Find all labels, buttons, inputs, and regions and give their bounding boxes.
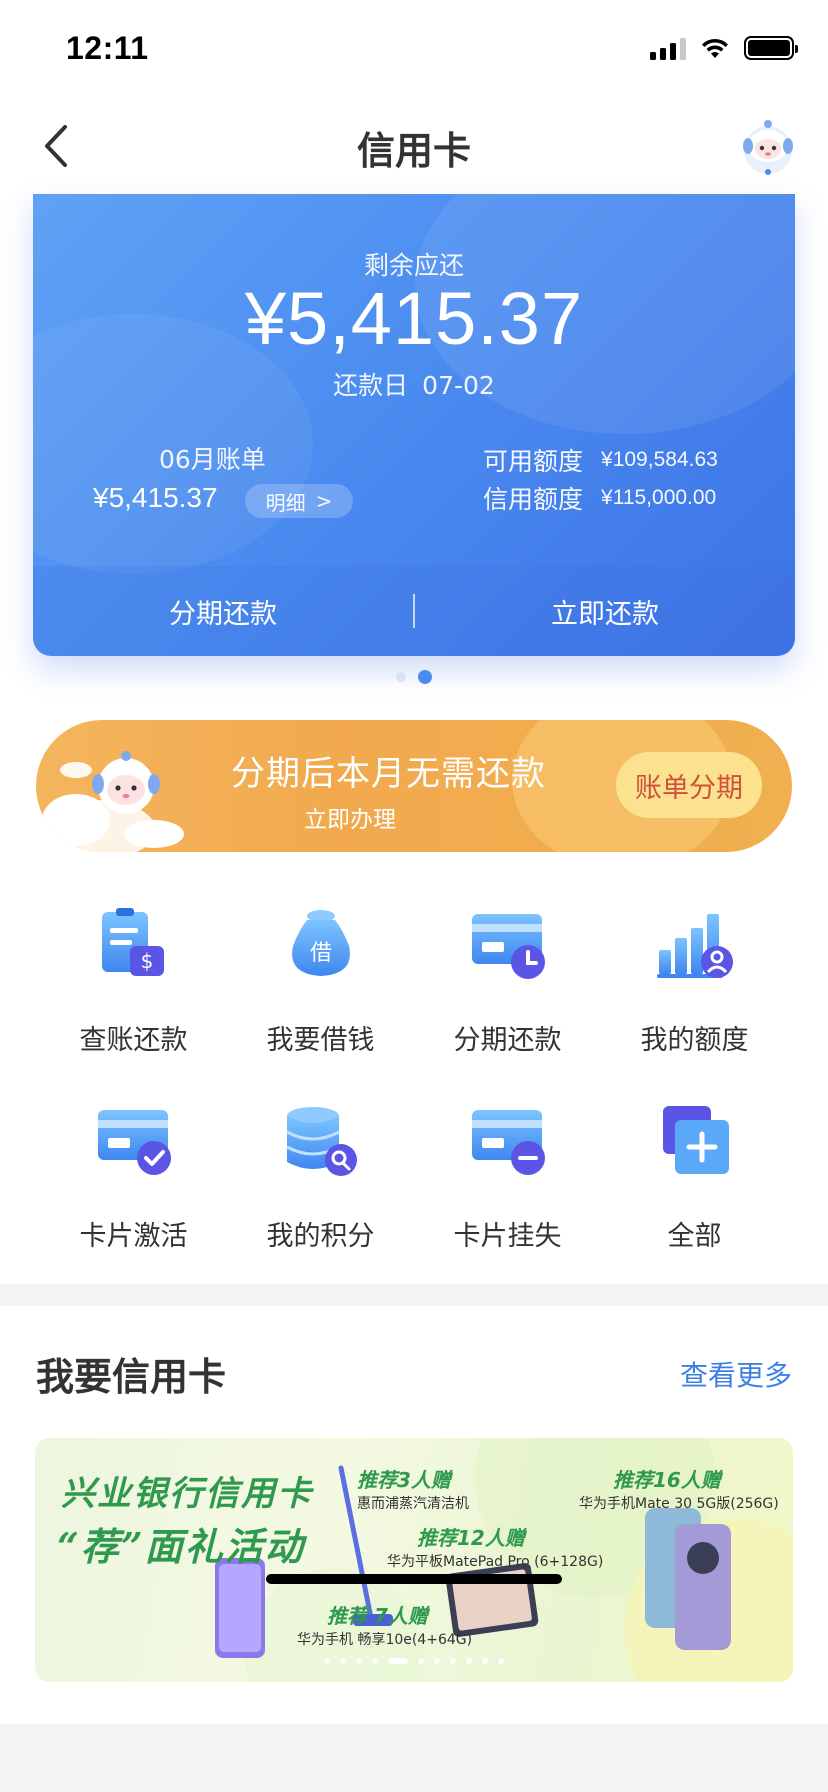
- points-icon: [285, 1107, 357, 1176]
- ad-title-line1: 兴业银行信用卡: [61, 1474, 313, 1514]
- menu-item-installment[interactable]: 分期还款: [414, 906, 601, 1102]
- installment-card-icon: [471, 914, 545, 979]
- carousel-dot: [498, 1658, 504, 1664]
- card-lost-icon: [471, 1110, 545, 1175]
- card-activate-icon: [97, 1110, 171, 1175]
- page-dot: [396, 672, 406, 682]
- menu-label: 我要借钱: [266, 1025, 375, 1056]
- menu-label: 我的额度: [640, 1025, 749, 1056]
- page-title: 信用卡: [356, 129, 471, 173]
- assistant-mascot-icon[interactable]: [736, 116, 800, 180]
- menu-label: 查账还款: [79, 1025, 188, 1056]
- menu-label: 全部: [667, 1221, 722, 1252]
- menu-item-credit-limit[interactable]: 我的额度: [601, 906, 788, 1102]
- card-page-indicator[interactable]: [0, 670, 828, 684]
- all-services-icon: [662, 1106, 729, 1174]
- bottom-band: [0, 1724, 828, 1792]
- menu-item-points[interactable]: 我的积分: [227, 1102, 414, 1298]
- ad-tag-16-head: 推荐16人赠: [613, 1468, 721, 1492]
- due-date-row: 还款日 07-02: [33, 366, 795, 402]
- ad-title-line2: “荐”面礼活动: [57, 1524, 305, 1569]
- ad-tag-3: 推荐3人赠 惠而浦蒸汽清洁机: [357, 1464, 469, 1513]
- mascot-cloud-icon: [36, 751, 184, 852]
- credit-limit-icon: [656, 914, 733, 978]
- due-date-value: 07-02: [422, 371, 495, 400]
- available-limit-value: ¥109,584.63: [601, 448, 718, 471]
- available-limit-row: 可用额度 ¥109,584.63: [483, 442, 718, 478]
- menu-label: 我的积分: [266, 1221, 375, 1252]
- referral-ad-banner[interactable]: 兴业银行信用卡 “荐”面礼活动 推荐3人赠 惠而浦蒸汽清洁机 推荐12人赠 华为…: [35, 1438, 793, 1682]
- carousel-dot: [466, 1658, 472, 1664]
- remaining-amount: ¥5,415.37: [244, 277, 584, 360]
- bill-detail-button[interactable]: 明细 >: [245, 484, 353, 518]
- bill-pay-icon: $: [101, 908, 164, 976]
- svg-text:$: $: [140, 949, 153, 973]
- status-icons: [650, 36, 798, 60]
- detail-label: 明细: [265, 490, 306, 515]
- carousel-dot-active: [388, 1658, 408, 1664]
- see-more-link[interactable]: 查看更多: [680, 1354, 792, 1394]
- service-grid: $ 查账还款 借 我要借钱 分期还款 我的额度 卡片激活 我的积分 卡片挂失 全…: [0, 906, 828, 1298]
- installment-repay-button[interactable]: 分期还款: [33, 592, 413, 631]
- due-date-label: 还款日: [333, 371, 409, 400]
- status-time: 12:11: [66, 30, 149, 66]
- carousel-dot: [450, 1658, 456, 1664]
- section-divider: [0, 1284, 828, 1306]
- svg-text:借: 借: [309, 941, 331, 966]
- menu-item-card-lost[interactable]: 卡片挂失: [414, 1102, 601, 1298]
- available-limit-label: 可用额度: [483, 447, 584, 476]
- promo-title: 分期后本月无需还款: [231, 754, 546, 794]
- section-title: 我要信用卡: [36, 1355, 227, 1399]
- ad-tag-3-body: 惠而浦蒸汽清洁机: [357, 1496, 469, 1512]
- carousel-dot: [482, 1658, 488, 1664]
- promo-subtitle: 立即办理: [304, 807, 396, 833]
- menu-label: 分期还款: [453, 1025, 562, 1056]
- nav-bar: 信用卡: [0, 96, 828, 194]
- credit-limit-row: 信用额度 ¥115,000.00: [483, 480, 716, 516]
- ad-tag-7: 推荐 7人赠 华为手机 畅享10e(4+64G): [297, 1600, 472, 1649]
- month-bill-amount: ¥5,415.37: [93, 482, 218, 513]
- menu-item-borrow[interactable]: 借 我要借钱: [227, 906, 414, 1102]
- ad-tag-12-body: 华为平板MatePad Pro (6+128G): [387, 1554, 604, 1570]
- month-bill-label: 06月账单: [159, 445, 266, 474]
- page-content: 剩余应还 ¥5,415.37 还款日 07-02 06月账单 ¥5,415.37 …: [0, 194, 828, 1792]
- page-dot-active: [418, 670, 432, 684]
- carousel-dot: [356, 1658, 362, 1664]
- credit-limit-value: ¥115,000.00: [601, 486, 717, 509]
- bill-installment-button[interactable]: 账单分期: [616, 752, 762, 818]
- carousel-dot: [372, 1658, 378, 1664]
- battery-icon: [744, 36, 798, 60]
- credit-limit-label: 信用额度: [483, 485, 584, 514]
- carousel-dot: [324, 1658, 330, 1664]
- carousel-dot: [418, 1658, 424, 1664]
- ad-page-indicator: [35, 1658, 793, 1664]
- card-actions: 分期还款 立即还款: [33, 566, 795, 656]
- installment-promo-banner[interactable]: 分期后本月无需还款 立即办理 账单分期: [36, 720, 792, 852]
- home-indicator: [266, 1574, 562, 1584]
- bill-card: 剩余应还 ¥5,415.37 还款日 07-02 06月账单 ¥5,415.37 …: [33, 194, 795, 656]
- wifi-icon: [702, 38, 728, 58]
- chevron-right-icon: >: [315, 489, 333, 513]
- menu-label: 卡片挂失: [453, 1221, 562, 1252]
- ad-tag-16-body: 华为手机Mate 30 5G版(256G): [579, 1496, 779, 1512]
- borrow-money-icon: 借: [291, 910, 350, 976]
- ad-tag-7-head: 推荐 7人赠: [327, 1604, 428, 1628]
- carousel-dot: [434, 1658, 440, 1664]
- ad-tag-7-body: 华为手机 畅享10e(4+64G): [297, 1632, 473, 1648]
- menu-item-bill-pay[interactable]: $ 查账还款: [40, 906, 227, 1102]
- ad-tag-3-head: 推荐3人赠: [357, 1468, 451, 1492]
- cellular-signal-icon: [650, 36, 686, 60]
- menu-item-all[interactable]: 全部: [601, 1102, 788, 1298]
- pay-now-button[interactable]: 立即还款: [415, 592, 795, 631]
- menu-item-card-activate[interactable]: 卡片激活: [40, 1102, 227, 1298]
- ad-tag-12: 推荐12人赠 华为平板MatePad Pro (6+128G): [387, 1522, 603, 1571]
- ad-tag-16: 推荐16人赠 华为手机Mate 30 5G版(256G): [579, 1464, 779, 1513]
- menu-label: 卡片激活: [79, 1221, 188, 1252]
- carousel-dot: [340, 1658, 346, 1664]
- status-bar: 12:11: [0, 0, 828, 96]
- ad-tag-12-head: 推荐12人赠: [417, 1526, 525, 1550]
